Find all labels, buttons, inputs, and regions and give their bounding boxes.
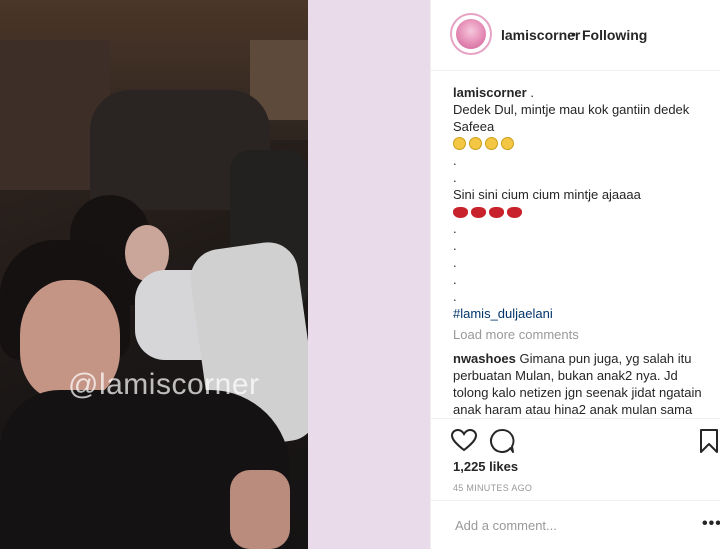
caption-line: Sini sini cium cium mintje ajaaaa <box>453 187 641 202</box>
comment-item: nwashoes Gimana pun juga, yg salah itu p… <box>453 351 702 417</box>
caption-dot: . <box>453 238 457 253</box>
grinning-face-icon <box>453 137 466 150</box>
lips-icon <box>489 207 504 218</box>
post-video[interactable]: @lamiscorner <box>0 0 308 549</box>
caption-dot: . <box>453 221 457 236</box>
post-timestamp[interactable]: 45 MINUTES AGO <box>453 483 532 493</box>
add-comment-input[interactable] <box>453 517 687 534</box>
caption-line: Safeea <box>453 119 495 134</box>
comment-icon[interactable] <box>489 428 515 454</box>
load-more-comments-button[interactable]: Load more comments <box>453 326 715 343</box>
caption-dot: . <box>453 289 457 304</box>
caption-first-dot: . <box>530 85 534 100</box>
caption-dot: . <box>453 272 457 287</box>
actions-divider <box>431 418 720 419</box>
header-username[interactable]: lamiscorner <box>501 27 580 43</box>
lips-icon <box>471 207 486 218</box>
caption-dot: . <box>453 153 457 168</box>
comment-username[interactable]: nwashoes <box>453 351 516 366</box>
lips-icon <box>507 207 522 218</box>
caption-dot: . <box>453 255 457 270</box>
likes-count[interactable]: 1,225 likes <box>453 459 518 474</box>
more-options-icon[interactable]: ••• <box>702 515 720 533</box>
caption-line: Dedek Dul, mintje mau kok gantiin dedek <box>453 102 690 117</box>
bookmark-icon[interactable] <box>696 428 720 454</box>
video-watermark: @lamiscorner <box>68 368 260 401</box>
post-side-panel: lamiscorner • Following lamiscorner . De… <box>430 0 720 549</box>
caption-username[interactable]: lamiscorner . <box>453 84 715 101</box>
caption-dot: . <box>453 170 457 185</box>
grinning-face-icon <box>485 137 498 150</box>
avatar-image <box>456 19 486 49</box>
avatar[interactable] <box>450 13 492 55</box>
hashtag-link[interactable]: #lamis_duljaelani <box>453 305 715 322</box>
following-button[interactable]: Following <box>582 27 647 43</box>
grinning-face-icon <box>501 137 514 150</box>
header-separator: • <box>571 26 576 42</box>
grinning-face-icon <box>469 137 482 150</box>
post-header: lamiscorner • Following <box>431 0 720 71</box>
emoji-row-smile <box>453 135 715 152</box>
heart-icon[interactable] <box>451 428 477 454</box>
emoji-row-lips <box>453 203 715 220</box>
boy-hand <box>230 470 290 549</box>
lips-icon <box>453 207 468 218</box>
comments-list[interactable]: lamiscorner . Dedek Dul, mintje mau kok … <box>453 84 715 418</box>
